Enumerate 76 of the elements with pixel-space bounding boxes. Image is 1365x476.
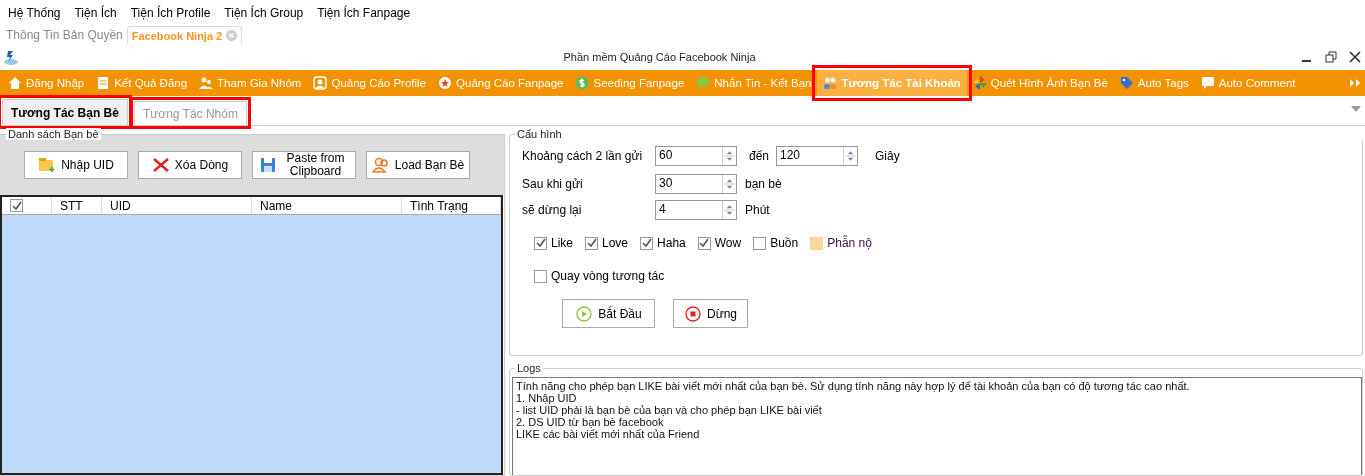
column-header[interactable]: Name xyxy=(252,197,402,214)
check-icon xyxy=(586,238,597,248)
chat-icon xyxy=(696,76,711,90)
field-label: Giây xyxy=(875,149,901,163)
speech-bubble-icon xyxy=(1200,76,1215,90)
checkbox-label: Love xyxy=(602,236,629,250)
log-line: LIKE các bài viết mới nhất của Friend xyxy=(516,428,701,440)
toolbar-button[interactable]: Paste from Clipboard xyxy=(252,151,356,179)
document-tab[interactable]: Thông Tin Bản Quyền xyxy=(2,26,127,44)
field-label: đến xyxy=(749,149,771,163)
field-label: Sau khi gửi xyxy=(522,177,584,191)
checkbox[interactable] xyxy=(534,269,547,283)
field-label: bạn bè xyxy=(745,177,783,191)
play-icon xyxy=(575,305,594,322)
checkbox[interactable] xyxy=(10,199,23,212)
checkbox-label: Haha xyxy=(657,236,686,250)
toolbar-button[interactable]: Xóa Dòng xyxy=(138,151,242,179)
number-spinner[interactable]: 30 xyxy=(655,174,737,194)
document-icon xyxy=(96,76,111,90)
people-icon xyxy=(199,76,214,90)
menu-item[interactable]: Tiện Ích Profile xyxy=(130,6,211,23)
checkbox[interactable] xyxy=(585,236,598,250)
cross-icon xyxy=(151,157,170,173)
people-icon xyxy=(823,76,838,90)
log-line: Tính năng cho phép bạn LIKE bài viết mới nhất của bạn bè. Sử dụng tính năng này hợp lý để tài khoản của bạn có độ tương tác cao nhất. xyxy=(516,380,1191,392)
field-label: Phút xyxy=(745,203,771,217)
dollar-icon xyxy=(575,76,590,90)
close-icon xyxy=(226,30,238,41)
toolbar-button[interactable]: Nhập UID xyxy=(24,151,128,179)
checkbox-label: Buồn xyxy=(770,236,799,250)
dropdown-arrow-icon[interactable] xyxy=(1351,106,1361,112)
stop-button[interactable]: Dừng xyxy=(673,299,748,328)
star-icon xyxy=(438,76,453,90)
close-icon[interactable] xyxy=(1349,51,1361,63)
log-line: 2. DS UID từ bạn bè facebook xyxy=(516,416,665,428)
number-spinner[interactable]: 60 xyxy=(655,146,737,166)
menu-item[interactable]: Tiện Ích Group xyxy=(224,6,304,23)
group-title: Danh sách Bạn bè xyxy=(6,128,101,140)
checkbox-label: Phẫn nộ xyxy=(827,236,872,250)
house-icon xyxy=(8,76,22,90)
people-icon xyxy=(371,157,390,173)
group-title: Logs xyxy=(515,362,543,374)
checkbox-label: Like xyxy=(551,236,573,250)
log-line: 1. Nhập UID xyxy=(516,392,578,404)
log-line: - list UID phải là bạn bè của bạn và cho phép bạn LIKE bài viết xyxy=(516,404,823,416)
app-icon xyxy=(4,49,18,65)
start-button[interactable]: Bắt Đầu xyxy=(562,299,655,328)
checkbox[interactable] xyxy=(640,236,654,250)
number-spinner[interactable]: 120 xyxy=(776,146,858,166)
column-header[interactable]: UID xyxy=(102,197,252,214)
checkbox-label: Wow xyxy=(714,236,742,250)
pinwheel-icon xyxy=(972,76,987,90)
checkbox[interactable] xyxy=(534,236,547,250)
check-icon xyxy=(699,238,710,248)
field-label: Khoảng cách 2 lần gửi xyxy=(522,149,644,163)
check-icon xyxy=(535,238,546,248)
person-icon xyxy=(313,76,328,90)
column-header[interactable]: STT xyxy=(52,197,102,214)
tag-icon xyxy=(1119,76,1134,90)
checkbox-label: Quay vòng tương tác xyxy=(551,269,665,283)
menu-item[interactable]: Hệ Thống xyxy=(8,6,61,23)
check-icon xyxy=(11,200,22,211)
toolbar-button[interactable]: Load Bạn Bè xyxy=(366,151,470,179)
restore-icon[interactable] xyxy=(1325,51,1337,63)
menu-item[interactable]: Tiện Ích xyxy=(74,6,117,23)
field-label: sẽ dừng lại xyxy=(522,203,583,217)
stop-icon xyxy=(683,305,702,322)
check-icon xyxy=(641,238,652,248)
group-title: Cấu hình xyxy=(515,128,1363,140)
menu-item[interactable]: Tiện Ích Fanpage xyxy=(317,6,411,23)
checkbox[interactable] xyxy=(753,236,767,250)
column-header[interactable]: Tình Trạng xyxy=(402,197,501,214)
checkbox[interactable] xyxy=(697,236,711,250)
number-spinner[interactable]: 4 xyxy=(655,200,737,220)
folder-icon xyxy=(38,157,57,173)
window-title: Phần mềm Quảng Cáo Facebook Ninja xyxy=(562,51,757,63)
